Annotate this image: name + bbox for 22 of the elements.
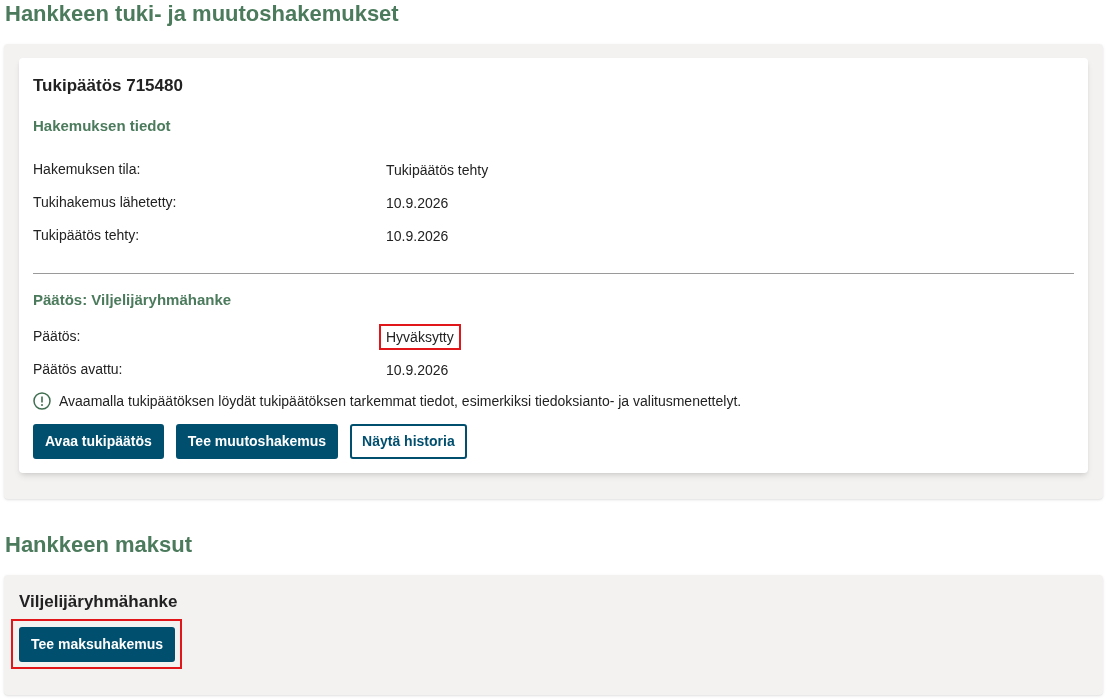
info-text: Avaamalla tukipäätöksen löydät tukipäätöksen tarkemmat tiedot, esimerkiksi tiedoksianto- ja valitusmenettelyt.	[59, 391, 742, 411]
field-label: Tukihakemus lähetetty:	[33, 193, 178, 212]
section-heading: Hankkeen maksut	[5, 531, 194, 559]
section-heading: Hankkeen tuki- ja muutoshakemukset	[5, 0, 400, 28]
field-label: Hakemuksen tila:	[33, 160, 142, 179]
action-button[interactable]: Tee muutoshakemus	[175, 424, 339, 459]
panel-title: Viljelijäryhmähanke	[19, 592, 179, 612]
field-value: Tukipäätös tehty	[386, 160, 489, 179]
field-value: 10.9.2026	[386, 360, 449, 379]
action-button[interactable]: Tee maksuhakemus	[19, 627, 176, 662]
field-value: Hyväksytty	[379, 323, 461, 350]
action-button[interactable]: Avaa tukipäätös	[33, 424, 164, 459]
field-label: Päätös avattu:	[33, 360, 124, 379]
subsection-heading: Hakemuksen tiedot	[33, 116, 172, 136]
info-icon	[33, 392, 51, 410]
field-value: 10.9.2026	[386, 226, 449, 245]
action-button[interactable]: Näytä historia	[350, 424, 467, 459]
card-title: Tukipäätös 715480	[33, 76, 184, 96]
field-label: Päätös:	[33, 327, 82, 346]
field-value: 10.9.2026	[386, 193, 449, 212]
subsection-heading: Päätös: Viljelijäryhmähanke	[33, 290, 233, 310]
field-label: Tukipäätös tehty:	[33, 226, 141, 245]
